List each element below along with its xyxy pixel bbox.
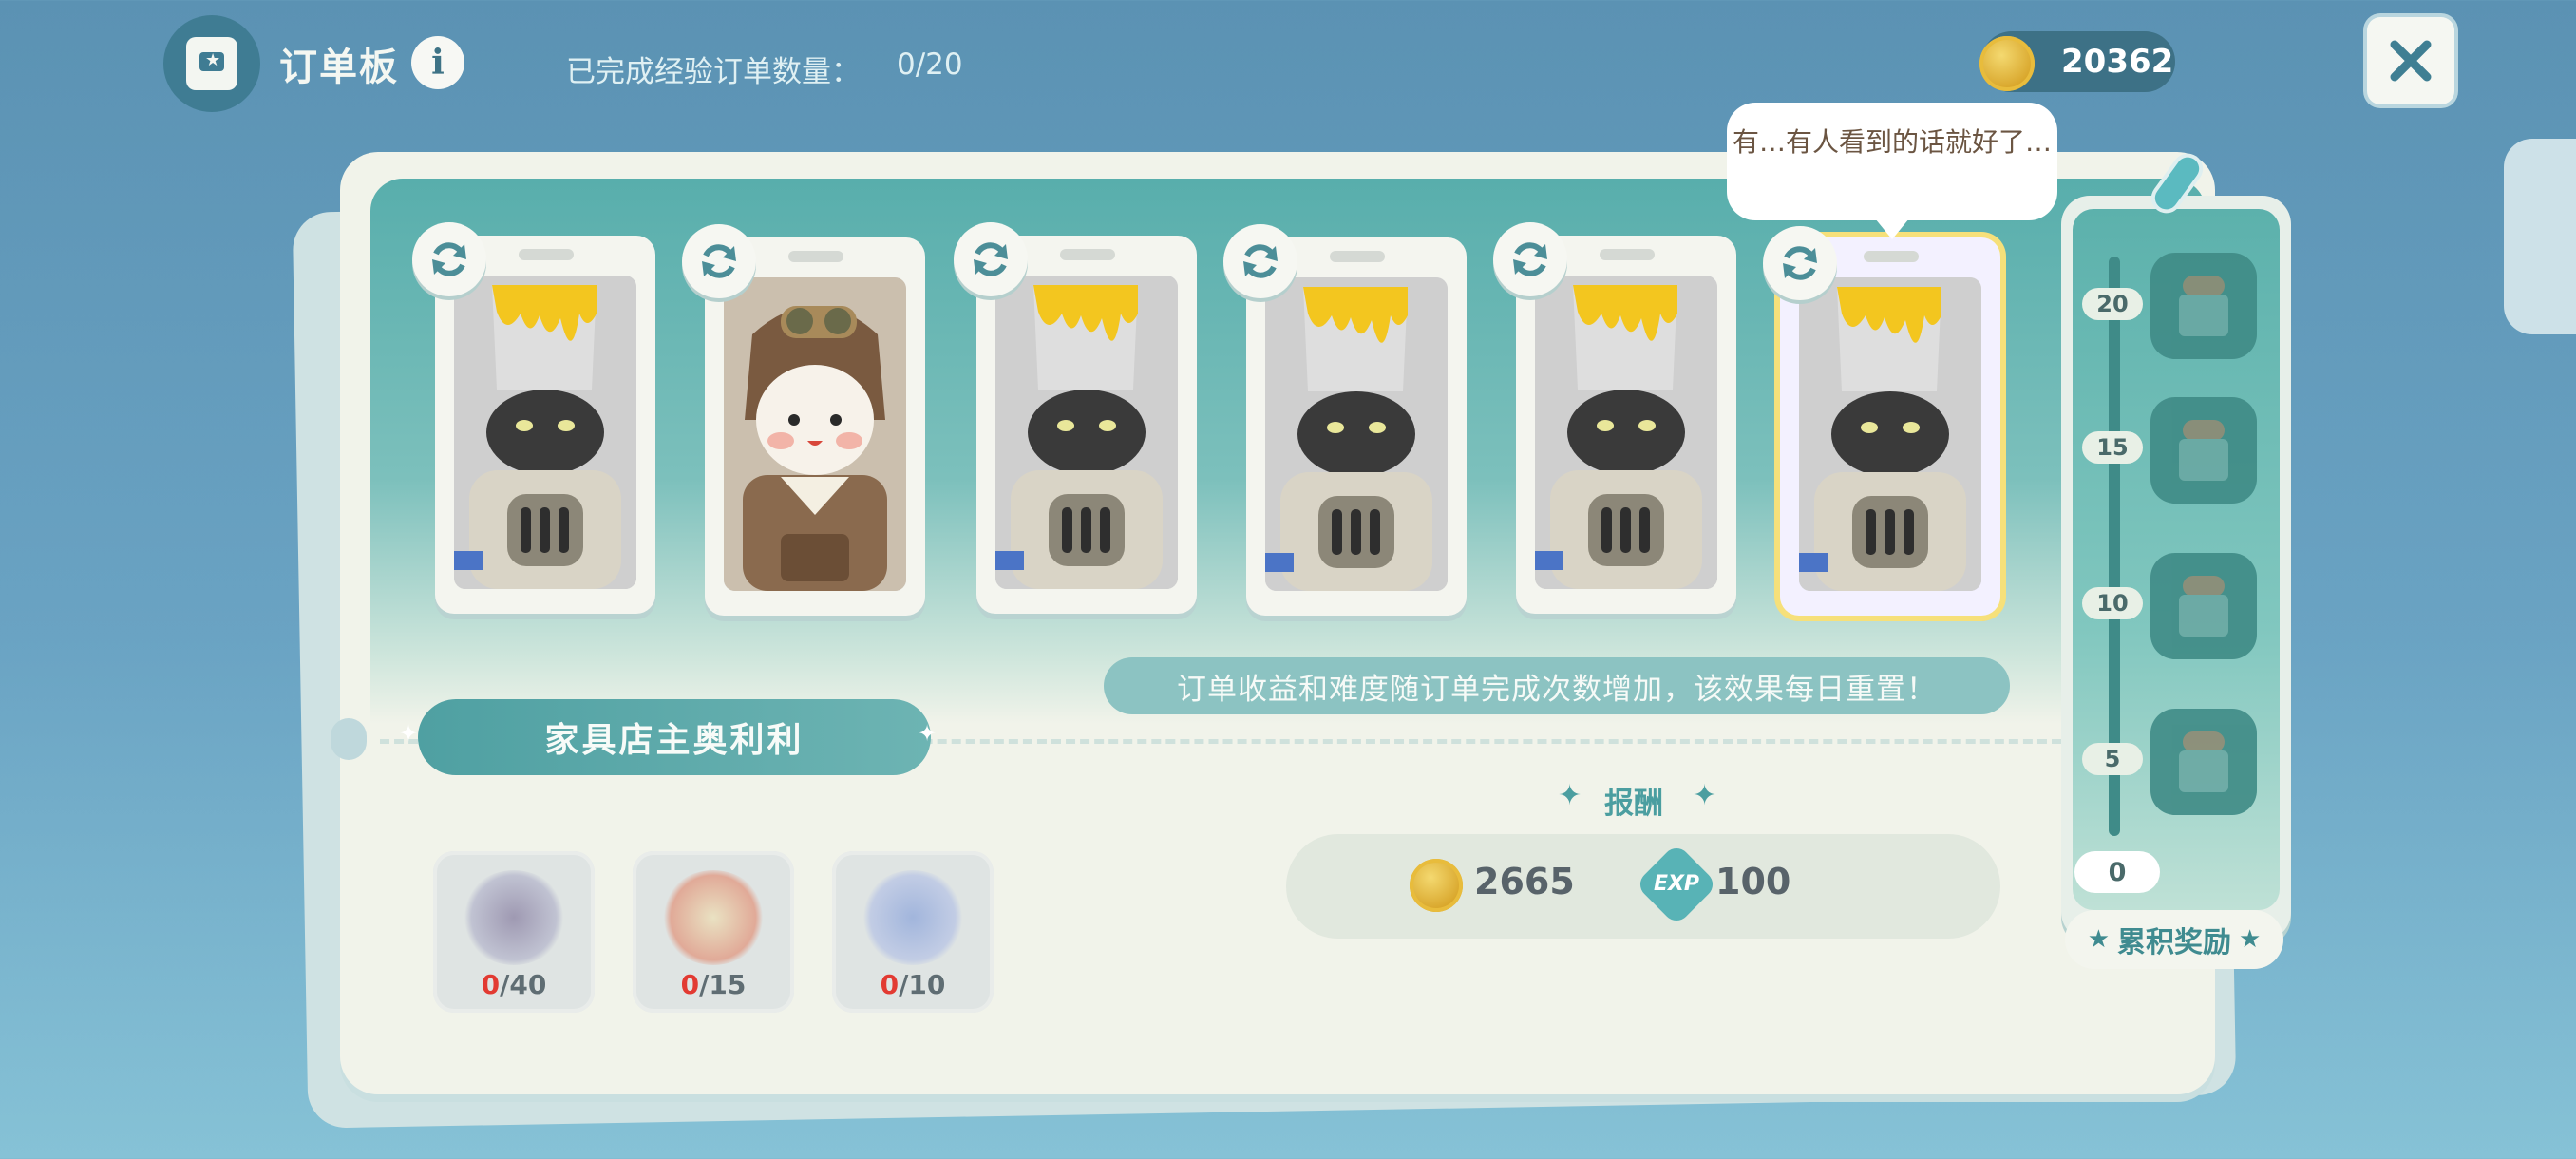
requirement-item-3[interactable]: 0/10 (832, 851, 994, 1013)
page-title: 订单板 (279, 46, 399, 89)
reward-coins: 2665 (1474, 861, 1575, 902)
tomato-slice-icon (661, 870, 766, 965)
star-icon: ★ (2239, 925, 2262, 954)
exp-order-progress-label: 已完成经验订单数量： (566, 55, 861, 89)
sparkle-left-icon: ✦ (399, 720, 419, 747)
info-button[interactable]: i (411, 36, 464, 89)
aviator-doll-portrait (724, 277, 906, 591)
requirement-need: /15 (699, 969, 747, 1000)
gift-icon[interactable] (2150, 253, 2257, 359)
refresh-button-4[interactable] (1223, 224, 1297, 298)
order-card-2[interactable] (705, 238, 925, 616)
paint-bucket-robot-portrait (454, 276, 636, 589)
refresh-button-5[interactable] (1493, 222, 1567, 296)
paint-bucket-robot-portrait (1535, 276, 1717, 589)
exp-label: EXP (1653, 872, 1700, 896)
cumulative-rewards-button[interactable]: ★ 累积奖励 ★ (2065, 910, 2283, 969)
refresh-icon (1243, 244, 1278, 278)
refresh-icon (702, 244, 736, 278)
reward-title: 报酬 (1604, 787, 1663, 821)
milestone-tick: 10 (2082, 587, 2143, 619)
order-board-icon: ★ (163, 15, 260, 112)
refresh-button-1[interactable] (412, 222, 486, 296)
requirement-need: /40 (500, 969, 547, 1000)
close-button[interactable] (2367, 17, 2454, 104)
speech-bubble: 有…有人看到的话就好了… (1727, 103, 2057, 239)
requirement-item-1[interactable]: 0/40 (433, 851, 595, 1013)
requirement-have: 0 (680, 969, 700, 1000)
star-icon: ★ (2087, 925, 2110, 954)
daily-reset-notice: 订单收益和难度随订单完成次数增加，该效果每日重置！ (1104, 657, 2010, 714)
order-card-3[interactable] (976, 236, 1197, 614)
side-tab[interactable] (2504, 139, 2576, 334)
milestone-tick: 20 (2082, 288, 2143, 320)
order-card-1[interactable] (435, 236, 655, 614)
customer-name: 家具店主奥利利 (418, 699, 931, 775)
panel-notch (331, 718, 367, 760)
paint-bucket-robot-portrait (995, 276, 1178, 589)
close-icon (2390, 40, 2432, 82)
milestone-tick: 15 (2082, 431, 2143, 464)
refresh-icon (974, 242, 1008, 276)
coin-icon (1410, 859, 1463, 912)
sparkle-right-icon: ✦ (918, 720, 938, 747)
refresh-icon (1513, 242, 1547, 276)
refresh-icon (1783, 246, 1817, 280)
refresh-button-3[interactable] (954, 222, 1028, 296)
requirement-have: 0 (880, 969, 900, 1000)
milestone-tick: 5 (2082, 743, 2143, 775)
cumulative-progress-value: 0 (2074, 851, 2160, 893)
refresh-button-6[interactable] (1763, 226, 1837, 300)
requirement-need: /10 (899, 969, 946, 1000)
gift-icon[interactable] (2150, 553, 2257, 659)
coin-balance-value: 20362 (2061, 43, 2174, 81)
cumulative-rewards-label: 累积奖励 (2117, 926, 2231, 960)
order-card-4[interactable] (1246, 238, 1467, 616)
blue-fish-icon (861, 870, 965, 965)
coin-icon (1979, 36, 2035, 91)
reward-exp: 100 (1715, 861, 1791, 902)
exp-order-progress-value: 0/20 (897, 48, 963, 82)
requirement-have: 0 (481, 969, 501, 1000)
requirement-item-2[interactable]: 0/15 (633, 851, 794, 1013)
refresh-button-2[interactable] (682, 224, 756, 298)
refresh-icon (432, 242, 466, 276)
gift-icon[interactable] (2150, 397, 2257, 504)
paint-bucket-robot-portrait (1799, 277, 1981, 591)
sparkle-right-icon: ✦ (1693, 779, 1717, 812)
blueberry-tart-icon (462, 870, 566, 965)
gift-icon[interactable] (2150, 709, 2257, 815)
order-card-5[interactable] (1516, 236, 1736, 614)
paint-bucket-robot-portrait (1265, 277, 1448, 591)
